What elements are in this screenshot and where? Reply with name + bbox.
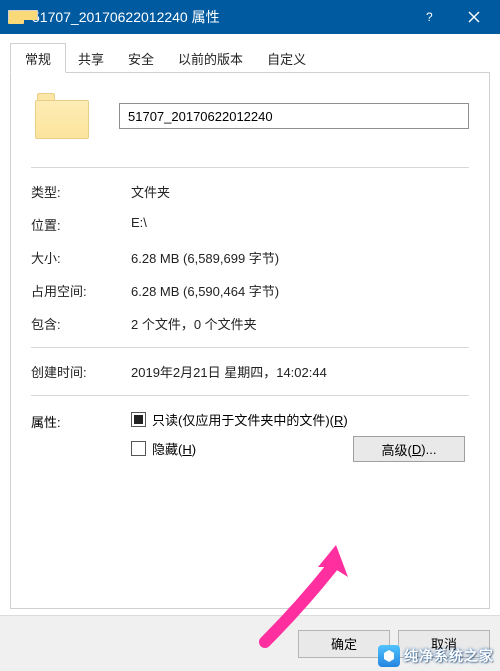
ok-button[interactable]: 确定 [298,630,390,658]
label-location: 位置: [31,215,131,234]
tab-share[interactable]: 共享 [66,44,116,72]
value-created: 2019年2月21日 星期四，14:02:44 [131,362,469,381]
hidden-label: 隐藏(H) [152,439,196,458]
tab-security[interactable]: 安全 [116,44,166,72]
titlebar: 51707_20170622012240 属性 ? [0,0,500,34]
folder-name-input[interactable] [119,103,469,129]
value-size-on-disk: 6.28 MB (6,590,464 字节) [131,281,469,300]
divider [31,395,469,396]
tab-panel-general: 类型:文件夹 位置:E:\ 大小:6.28 MB (6,589,699 字节) … [10,72,490,609]
divider [31,167,469,168]
label-contains: 包含: [31,314,131,333]
cancel-button[interactable]: 取消 [398,630,490,658]
value-size: 6.28 MB (6,589,699 字节) [131,248,469,267]
svg-text:?: ? [426,11,433,23]
advanced-button[interactable]: 高级(D)... [353,436,465,462]
folder-icon [8,10,24,24]
tab-customize[interactable]: 自定义 [255,44,318,72]
readonly-checkbox[interactable] [131,412,146,427]
value-location: E:\ [131,215,469,234]
label-type: 类型: [31,182,131,201]
readonly-label: 只读(仅应用于文件夹中的文件)(R) [152,410,348,429]
hidden-checkbox[interactable] [131,441,146,456]
value-type: 文件夹 [131,182,469,201]
label-created: 创建时间: [31,362,131,381]
readonly-checkbox-row[interactable]: 只读(仅应用于文件夹中的文件)(R) [131,410,469,429]
close-button[interactable] [452,0,496,34]
help-button[interactable]: ? [408,0,452,34]
tab-previous-versions[interactable]: 以前的版本 [166,44,255,72]
folder-large-icon [35,93,89,139]
label-size: 大小: [31,248,131,267]
tab-general[interactable]: 常规 [10,43,66,73]
window-body: 常规 共享 安全 以前的版本 自定义 类型:文件夹 位置:E:\ 大小:6.28… [0,34,500,615]
tab-strip: 常规 共享 安全 以前的版本 自定义 [10,44,490,72]
value-contains: 2 个文件，0 个文件夹 [131,314,469,333]
label-size-on-disk: 占用空间: [31,281,131,300]
window-title: 51707_20170622012240 属性 [32,7,408,27]
label-attributes: 属性: [31,410,131,468]
divider [31,347,469,348]
dialog-button-bar: 确定 取消 [0,615,500,671]
